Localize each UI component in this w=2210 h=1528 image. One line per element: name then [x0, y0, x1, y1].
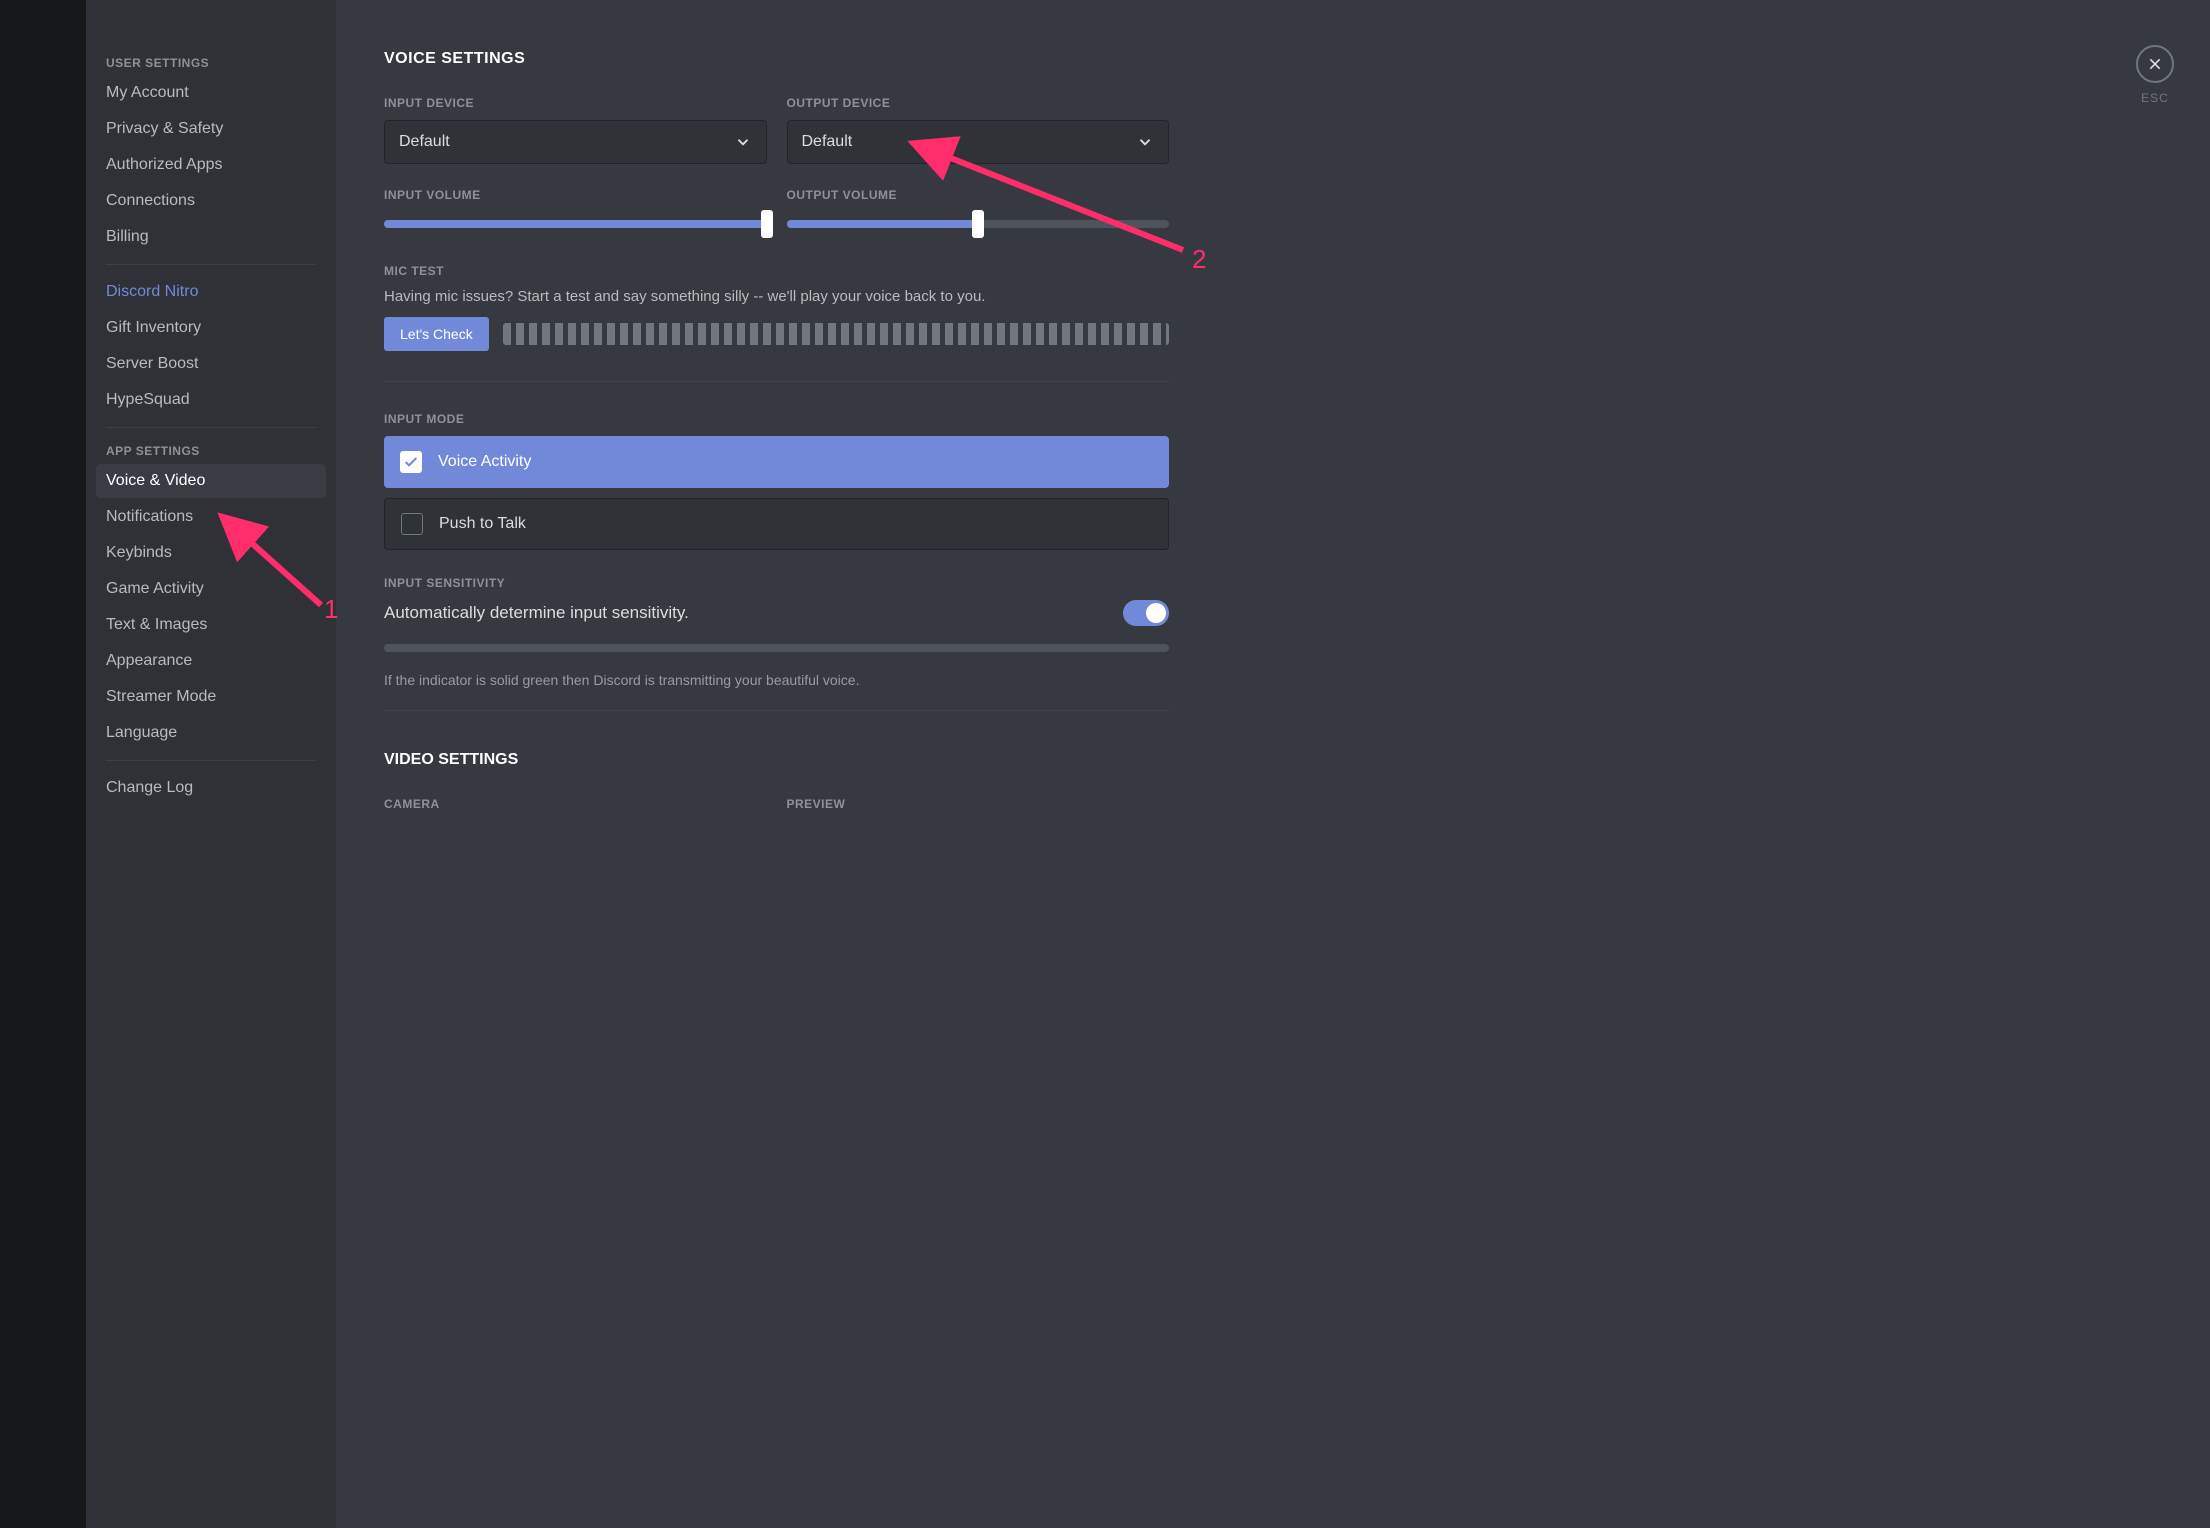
input-volume-slider[interactable]	[384, 212, 767, 236]
input-volume-label: INPUT VOLUME	[384, 188, 767, 202]
input-mode-label: INPUT MODE	[384, 412, 1169, 426]
app-root: USER SETTINGS My Account Privacy & Safet…	[0, 0, 2210, 1528]
sidebar-item-language[interactable]: Language	[96, 716, 326, 750]
close-esc-label: ESC	[2136, 91, 2174, 105]
input-mode-push-to-talk[interactable]: Push to Talk	[384, 498, 1169, 550]
sidebar-item-text-images[interactable]: Text & Images	[96, 608, 326, 642]
sidebar-item-privacy-safety[interactable]: Privacy & Safety	[96, 112, 326, 146]
sidebar-item-gift-inventory[interactable]: Gift Inventory	[96, 311, 326, 345]
output-device-select[interactable]: Default	[787, 120, 1170, 164]
toggle-knob	[1146, 603, 1166, 623]
page-title: VOICE SETTINGS	[384, 50, 1169, 68]
input-sensitivity-label: INPUT SENSITIVITY	[384, 576, 1169, 590]
auto-sensitivity-toggle[interactable]	[1123, 600, 1169, 626]
sidebar-item-appearance[interactable]: Appearance	[96, 644, 326, 678]
app-settings-header: APP SETTINGS	[96, 438, 326, 464]
push-to-talk-label: Push to Talk	[439, 515, 526, 533]
slider-fill	[384, 220, 767, 228]
slider-fill	[787, 220, 978, 228]
left-strip	[0, 0, 86, 1528]
input-mode-voice-activity[interactable]: Voice Activity	[384, 436, 1169, 488]
output-device-label: OUTPUT DEVICE	[787, 96, 1170, 110]
close-icon	[2147, 56, 2163, 72]
output-device-value: Default	[802, 133, 853, 151]
sidebar-item-change-log[interactable]: Change Log	[96, 771, 326, 805]
sidebar-item-server-boost[interactable]: Server Boost	[96, 347, 326, 381]
checkbox-unchecked	[401, 513, 423, 535]
sidebar-item-authorized-apps[interactable]: Authorized Apps	[96, 148, 326, 182]
preview-label: PREVIEW	[787, 797, 1170, 811]
input-device-label: INPUT DEVICE	[384, 96, 767, 110]
sidebar-item-discord-nitro[interactable]: Discord Nitro	[96, 275, 326, 309]
video-settings-title: VIDEO SETTINGS	[384, 751, 1169, 769]
voice-activity-label: Voice Activity	[438, 453, 531, 471]
slider-thumb[interactable]	[972, 210, 984, 238]
sidebar-divider	[106, 760, 316, 761]
output-volume-slider[interactable]	[787, 212, 1170, 236]
main-content: ESC VOICE SETTINGS INPUT DEVICE Default …	[336, 0, 2210, 1528]
camera-label: CAMERA	[384, 797, 767, 811]
sidebar-divider	[106, 427, 316, 428]
sidebar-item-keybinds[interactable]: Keybinds	[96, 536, 326, 570]
chevron-down-icon	[1136, 133, 1154, 151]
checkbox-checked	[400, 451, 422, 473]
input-device-value: Default	[399, 133, 450, 151]
auto-sensitivity-text: Automatically determine input sensitivit…	[384, 603, 689, 623]
user-settings-header: USER SETTINGS	[96, 50, 326, 76]
slider-thumb[interactable]	[761, 210, 773, 238]
sidebar-item-hypesquad[interactable]: HypeSquad	[96, 383, 326, 417]
sidebar-divider	[106, 264, 316, 265]
sidebar-item-my-account[interactable]: My Account	[96, 76, 326, 110]
sidebar-item-connections[interactable]: Connections	[96, 184, 326, 218]
settings-sidebar: USER SETTINGS My Account Privacy & Safet…	[86, 0, 336, 1528]
mic-test-label: MIC TEST	[384, 264, 1169, 278]
sidebar-item-streamer-mode[interactable]: Streamer Mode	[96, 680, 326, 714]
sidebar-item-voice-video[interactable]: Voice & Video	[96, 464, 326, 498]
output-volume-label: OUTPUT VOLUME	[787, 188, 1170, 202]
lets-check-button[interactable]: Let's Check	[384, 317, 489, 351]
check-icon	[403, 454, 419, 470]
sensitivity-bar	[384, 644, 1169, 652]
sensitivity-hint: If the indicator is solid green then Dis…	[384, 672, 1169, 711]
mic-test-description: Having mic issues? Start a test and say …	[384, 288, 1169, 305]
divider	[384, 381, 1169, 382]
sidebar-item-game-activity[interactable]: Game Activity	[96, 572, 326, 606]
sidebar-item-billing[interactable]: Billing	[96, 220, 326, 254]
mic-level-meter	[503, 323, 1169, 345]
chevron-down-icon	[734, 133, 752, 151]
close-wrapper: ESC	[2136, 45, 2174, 105]
input-device-select[interactable]: Default	[384, 120, 767, 164]
sidebar-item-notifications[interactable]: Notifications	[96, 500, 326, 534]
close-button[interactable]	[2136, 45, 2174, 83]
